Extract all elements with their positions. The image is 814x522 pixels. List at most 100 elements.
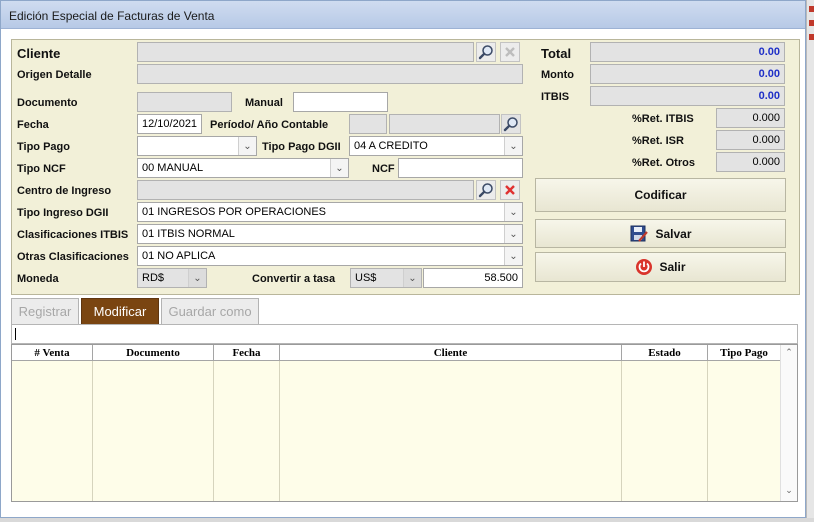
manual-field[interactable] bbox=[293, 92, 388, 112]
convertir-moneda-value: US$ bbox=[355, 272, 377, 284]
grid-column bbox=[214, 361, 280, 501]
chevron-down-icon[interactable]: ⌄ bbox=[504, 137, 522, 155]
tab-modificar[interactable]: Modificar bbox=[81, 298, 159, 324]
fecha-label: Fecha bbox=[17, 119, 49, 131]
tipo-ncf-select[interactable]: 00 MANUAL ⌄ bbox=[137, 158, 349, 178]
cliente-field[interactable] bbox=[137, 42, 474, 62]
chevron-down-icon[interactable]: ⌄ bbox=[238, 137, 256, 155]
background-mark bbox=[809, 20, 814, 26]
clasif-itbis-select[interactable]: 01 ITBIS NORMAL ⌄ bbox=[137, 224, 523, 244]
periodo-field[interactable] bbox=[349, 114, 387, 134]
ret-otros-value[interactable]: 0.000 bbox=[716, 152, 785, 172]
salir-button[interactable]: Salir bbox=[535, 252, 786, 282]
otras-clasif-label: Otras Clasificaciones bbox=[17, 251, 129, 263]
background-window-edge bbox=[806, 0, 814, 522]
manual-label: Manual bbox=[245, 97, 283, 109]
chevron-down-icon[interactable]: ⌄ bbox=[504, 203, 522, 221]
documento-field[interactable] bbox=[137, 92, 232, 112]
col-header-fecha[interactable]: Fecha bbox=[214, 345, 280, 361]
moneda-select[interactable]: RD$ ⌄ bbox=[137, 268, 207, 288]
col-header-estado[interactable]: Estado bbox=[622, 345, 708, 361]
clasif-itbis-label: Clasificaciones ITBIS bbox=[17, 229, 129, 241]
save-edit-icon bbox=[630, 225, 649, 242]
codificar-label: Codificar bbox=[634, 188, 687, 202]
otras-clasif-value: 01 NO APLICA bbox=[142, 250, 216, 262]
tipo-ingreso-value: 01 INGRESOS POR OPERACIONES bbox=[142, 206, 326, 218]
tipo-ingreso-label: Tipo Ingreso DGII bbox=[17, 207, 109, 219]
moneda-label: Moneda bbox=[17, 273, 59, 285]
background-mark bbox=[809, 6, 814, 12]
moneda-value: RD$ bbox=[142, 272, 165, 284]
tipo-ingreso-select[interactable]: 01 INGRESOS POR OPERACIONES ⌄ bbox=[137, 202, 523, 222]
salvar-button[interactable]: Salvar bbox=[535, 219, 786, 248]
col-header-venta[interactable]: # Venta bbox=[12, 345, 93, 361]
cliente-search-button[interactable] bbox=[476, 42, 496, 62]
cliente-label: Cliente bbox=[17, 46, 61, 61]
ret-otros-label: %Ret. Otros bbox=[632, 157, 695, 169]
col-header-cliente[interactable]: Cliente bbox=[280, 345, 622, 361]
chevron-down-icon[interactable]: ⌄ bbox=[504, 225, 522, 243]
centro-ingreso-field[interactable] bbox=[137, 180, 474, 200]
col-header-documento[interactable]: Documento bbox=[93, 345, 214, 361]
otras-clasif-select[interactable]: 01 NO APLICA ⌄ bbox=[137, 246, 523, 266]
ncf-field[interactable] bbox=[398, 158, 523, 178]
centro-clear-button[interactable] bbox=[500, 180, 520, 200]
tipo-pago-label: Tipo Pago bbox=[17, 141, 70, 153]
salir-label: Salir bbox=[659, 260, 686, 274]
red-x-icon bbox=[505, 185, 515, 195]
chevron-down-icon[interactable]: ⌄ bbox=[781, 485, 797, 499]
text-caret bbox=[15, 328, 16, 340]
magnifier-icon bbox=[503, 117, 518, 132]
ret-isr-label: %Ret. ISR bbox=[632, 135, 684, 147]
convertir-moneda-select[interactable]: US$ ⌄ bbox=[350, 268, 422, 288]
origen-detalle-field[interactable] bbox=[137, 64, 523, 84]
grid-column bbox=[12, 361, 93, 501]
itbis-label: ITBIS bbox=[541, 91, 570, 103]
total-label: Total bbox=[541, 46, 572, 61]
centro-search-button[interactable] bbox=[476, 180, 496, 200]
tasa-field[interactable]: 58.500 bbox=[423, 268, 523, 288]
grid-vertical-scrollbar[interactable]: ⌃ ⌄ bbox=[780, 345, 797, 501]
chevron-down-icon[interactable]: ⌄ bbox=[188, 269, 206, 287]
chevron-down-icon[interactable]: ⌄ bbox=[330, 159, 348, 177]
main-window: Edición Especial de Facturas de Venta Cl… bbox=[0, 0, 806, 518]
ventas-grid: # Venta Documento Fecha Cliente Estado T… bbox=[11, 344, 798, 502]
power-icon bbox=[636, 259, 653, 275]
chevron-down-icon[interactable]: ⌄ bbox=[504, 247, 522, 265]
centro-ingreso-label: Centro de Ingreso bbox=[17, 185, 112, 197]
documento-label: Documento bbox=[17, 97, 78, 109]
anio-contable-field[interactable] bbox=[389, 114, 500, 134]
ret-isr-value[interactable]: 0.000 bbox=[716, 130, 785, 150]
magnifier-icon bbox=[478, 45, 493, 60]
tipo-pago-dgii-select[interactable]: 04 A CREDITO ⌄ bbox=[349, 136, 523, 156]
tab-registrar[interactable]: Registrar bbox=[11, 298, 79, 324]
tipo-ncf-value: 00 MANUAL bbox=[142, 162, 204, 174]
col-header-tipo-pago[interactable]: Tipo Pago bbox=[708, 345, 780, 361]
monto-value: 0.00 bbox=[590, 64, 785, 84]
cliente-clear-button[interactable] bbox=[500, 42, 520, 62]
bottom-edge bbox=[0, 518, 814, 522]
form-panel: Cliente Origen Detalle Documento Manual … bbox=[11, 39, 800, 295]
tipo-pago-select[interactable]: ⌄ bbox=[137, 136, 257, 156]
periodo-search-button[interactable] bbox=[501, 114, 521, 134]
codificar-button[interactable]: Codificar bbox=[535, 178, 786, 212]
tipo-pago-dgii-value: 04 A CREDITO bbox=[354, 140, 428, 152]
grid-filter-input[interactable] bbox=[11, 324, 798, 344]
ret-itbis-value[interactable]: 0.000 bbox=[716, 108, 785, 128]
magnifier-icon bbox=[478, 183, 493, 198]
grid-column bbox=[93, 361, 214, 501]
chevron-down-icon[interactable]: ⌄ bbox=[403, 269, 421, 287]
tipo-ncf-label: Tipo NCF bbox=[17, 163, 66, 175]
fecha-field[interactable]: 12/10/2021 bbox=[137, 114, 202, 134]
ncf-label: NCF bbox=[372, 163, 395, 175]
tab-guardar-como[interactable]: Guardar como bbox=[161, 298, 259, 324]
title-bar: Edición Especial de Facturas de Venta bbox=[1, 1, 805, 29]
red-x-icon bbox=[505, 47, 515, 57]
periodo-label: Período/ Año Contable bbox=[210, 119, 329, 131]
chevron-up-icon[interactable]: ⌃ bbox=[781, 347, 797, 361]
monto-label: Monto bbox=[541, 69, 574, 81]
grid-column bbox=[622, 361, 708, 501]
itbis-value: 0.00 bbox=[590, 86, 785, 106]
total-value: 0.00 bbox=[590, 42, 785, 62]
origen-detalle-label: Origen Detalle bbox=[17, 69, 92, 81]
